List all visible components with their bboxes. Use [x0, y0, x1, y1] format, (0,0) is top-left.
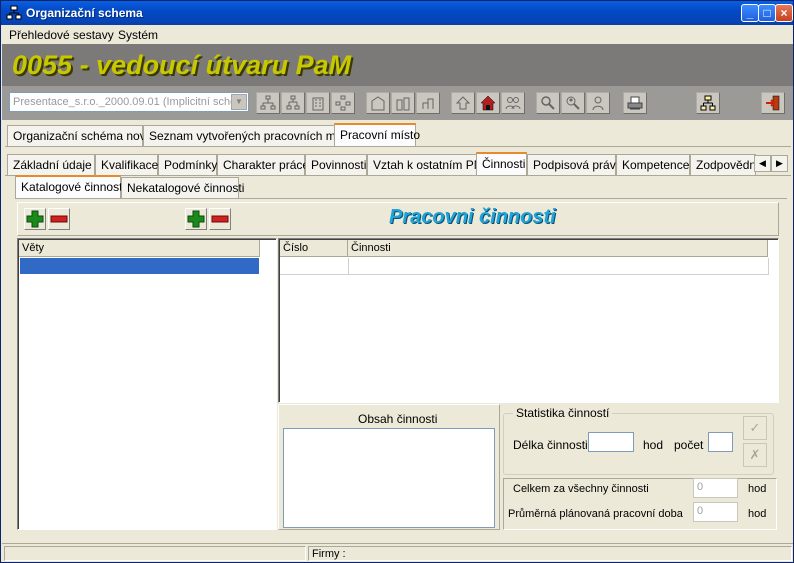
unit-tree-icon[interactable] [416, 92, 440, 114]
minus-icon [211, 215, 229, 223]
chevron-down-icon[interactable]: ▼ [231, 94, 247, 110]
column-header-cinnosti[interactable]: Činnosti [348, 240, 768, 257]
people-icon[interactable] [501, 92, 525, 114]
status-firmy: Firmy : [308, 546, 792, 561]
tab-povinnosti[interactable]: Povinnosti [305, 154, 367, 175]
cinnosti-grid[interactable]: Číslo Činnosti [278, 238, 779, 403]
minimize-button[interactable]: _ [741, 4, 759, 22]
close-button[interactable]: × [775, 4, 793, 22]
hierarchy-icon[interactable] [331, 92, 355, 114]
maximize-button[interactable]: □ [758, 4, 776, 22]
remove-veta-button[interactable] [48, 208, 70, 230]
add-veta-button[interactable] [24, 208, 46, 230]
company-select[interactable]: Presentace_s.r.o._2000.09.01 (Implicitní… [9, 92, 249, 112]
print-icon[interactable] [623, 92, 647, 114]
tab-kompetence[interactable]: Kompetence [616, 154, 690, 175]
column-header-vety[interactable]: Věty [19, 240, 260, 257]
tab-organizacni-schema[interactable]: Organizační schéma nové [7, 125, 152, 146]
tabs-scroll-right-button[interactable]: ▶ [771, 155, 788, 172]
delka-input[interactable] [588, 432, 634, 452]
tab-zodpovednost[interactable]: Zodpovědno [690, 154, 756, 175]
home-icon[interactable] [476, 92, 500, 114]
company-select-value: Presentace_s.r.o._2000.09.01 (Implicitní… [13, 96, 231, 108]
org-chart-tool-icon[interactable] [696, 92, 720, 114]
cancel-x-icon: ✗ [749, 447, 761, 462]
tab-zakladni-udaje[interactable]: Základní údaje [7, 154, 95, 175]
vety-grid[interactable]: Věty [17, 238, 277, 530]
obsah-label: Obsah činnosti [358, 412, 438, 426]
tab-charakter-prace[interactable]: Charakter práce [217, 154, 309, 175]
prumer-field: 0 [693, 502, 738, 522]
column-header-cislo[interactable]: Číslo [280, 240, 348, 257]
statistika-legend: Statistika činností [513, 406, 613, 420]
menu-prehledove-sestavy[interactable]: Přehledové sestavy [9, 28, 114, 42]
celkem-label: Celkem za všechny činnosti [513, 483, 649, 495]
grid-row-line [280, 274, 769, 275]
page-title: 0055 - vedoucí útvaru PaM [12, 50, 352, 80]
tab-nekatalogove-cinnosti[interactable]: Nekatalogové činnosti [121, 177, 244, 198]
grid-col-line [348, 258, 349, 275]
delka-unit: hod [643, 438, 664, 452]
main-window: Organizační schema _ □ × Přehledové sest… [0, 0, 794, 563]
tab-podpisova-prava[interactable]: Podpisová práva [527, 154, 622, 175]
status-bar: Firmy : [2, 543, 793, 562]
org-tree-icon[interactable] [256, 92, 280, 114]
menu-bar: Přehledové sestavy Systém [1, 25, 793, 44]
menu-system[interactable]: Systém [118, 28, 158, 42]
prumer-label: Průměrná plánovaná pracovní doba [508, 508, 683, 520]
celkem-field: 0 [693, 478, 738, 498]
position-icon[interactable] [451, 92, 475, 114]
title-bar[interactable]: Organizační schema _ □ × [1, 1, 793, 25]
find-person-icon[interactable] [561, 92, 585, 114]
panel-title: Pracovni činnosti [389, 206, 556, 228]
user-settings-icon[interactable] [586, 92, 610, 114]
search-icon[interactable] [536, 92, 560, 114]
building-icon[interactable] [306, 92, 330, 114]
toolbar: Presentace_s.r.o._2000.09.01 (Implicitní… [2, 86, 793, 120]
pocet-input[interactable] [708, 432, 733, 452]
tab-podminky[interactable]: Podmínky [158, 154, 217, 175]
plus-icon [26, 210, 44, 228]
obsah-textarea[interactable] [283, 428, 495, 528]
confirm-button[interactable]: ✓ [743, 416, 767, 440]
tab-katalogove-cinnosti[interactable]: Katalogové činnosti [15, 175, 125, 198]
remove-cinnost-button[interactable] [209, 208, 231, 230]
sub-tabs: Základní údaje Kvalifikace Podmínky Char… [5, 152, 791, 176]
exit-icon[interactable] [761, 92, 785, 114]
header-banner: 0055 - vedoucí útvaru PaM [2, 44, 793, 86]
grid-col-line-end [768, 258, 769, 275]
department-icon[interactable] [366, 92, 390, 114]
tabs-scroll-left-button[interactable]: ◀ [754, 155, 771, 172]
checkmark-icon: ✓ [749, 420, 761, 435]
cancel-button[interactable]: ✗ [743, 443, 767, 467]
org-tree-alt-icon[interactable] [281, 92, 305, 114]
tab-vztah-k-ostatnim-pm[interactable]: Vztah k ostatním PM [367, 154, 484, 175]
tab-cinnosti[interactable]: Činnosti [476, 152, 527, 175]
departments-icon[interactable] [391, 92, 415, 114]
tab-kvalifikace[interactable]: Kvalifikace [95, 154, 158, 175]
org-chart-icon [6, 5, 22, 20]
prumer-unit: hod [748, 508, 767, 520]
table-row[interactable] [20, 258, 259, 274]
third-tabs: Katalogové činnosti Nekatalogové činnost… [15, 175, 315, 199]
celkem-unit: hod [748, 483, 767, 495]
window-title: Organizační schema [26, 6, 143, 20]
tab-seznam-pracovnich-mist[interactable]: Seznam vytvořených pracovních mist [143, 125, 348, 146]
pocet-label: počet [674, 438, 704, 452]
plus-icon [187, 210, 205, 228]
minus-icon [50, 215, 68, 223]
add-cinnost-button[interactable] [185, 208, 207, 230]
delka-label: Délka činnosti [513, 438, 588, 452]
status-section-1 [4, 546, 306, 561]
top-tabs: Organizační schéma nové Seznam vytvořený… [5, 123, 791, 147]
tab-pracovni-misto[interactable]: Pracovní místo [334, 123, 420, 146]
